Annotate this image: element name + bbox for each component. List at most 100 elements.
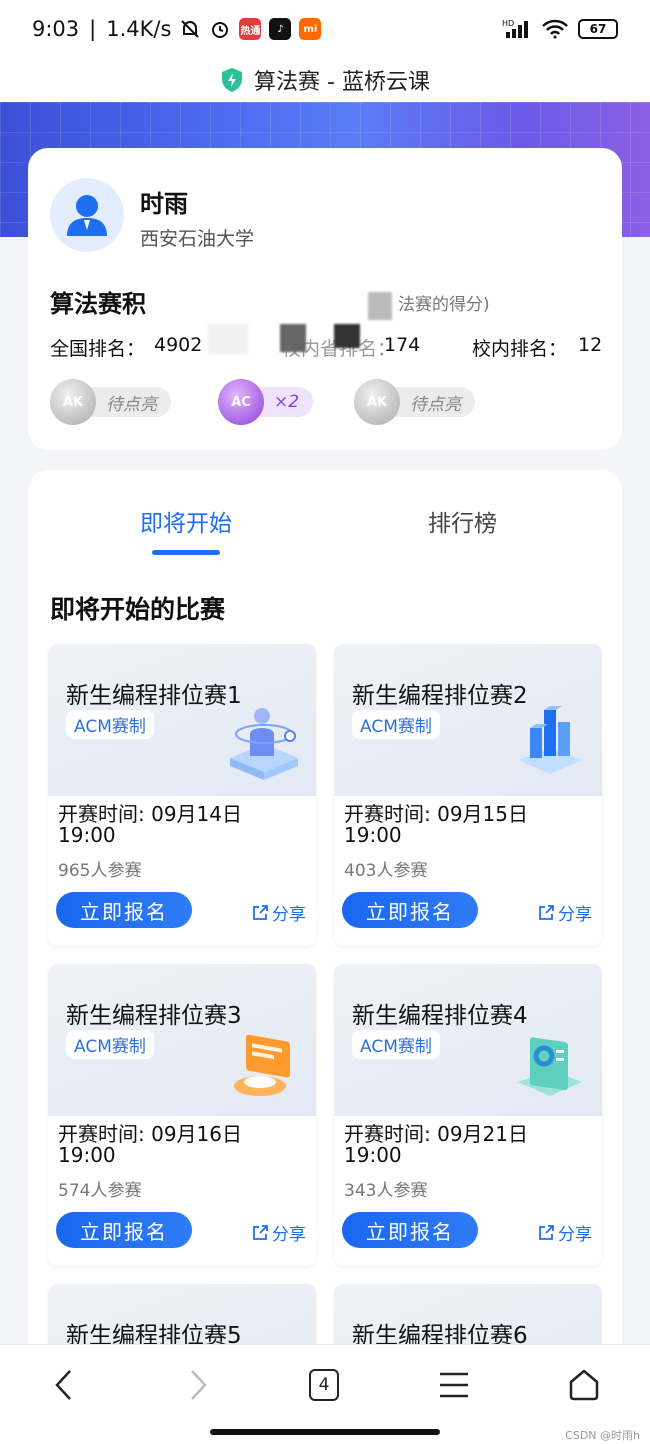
alarm-icon bbox=[212, 22, 229, 38]
nav-forward[interactable] bbox=[176, 1363, 220, 1407]
redacted-block bbox=[368, 292, 392, 320]
user-name: 时雨 bbox=[140, 190, 188, 218]
signup-button[interactable]: 立即报名 bbox=[342, 1212, 478, 1248]
status-right: HD 67 bbox=[502, 18, 618, 40]
redacted-block bbox=[280, 324, 306, 352]
nav-back[interactable] bbox=[42, 1363, 86, 1407]
mute-bell-icon bbox=[181, 20, 200, 38]
tabs-count-icon: 4 bbox=[309, 1369, 339, 1401]
share-link[interactable]: 分享 bbox=[251, 1220, 306, 1245]
contest-clock: 19:00 bbox=[58, 823, 116, 847]
tiktok-icon: ♪ bbox=[269, 18, 292, 40]
redacted-block bbox=[334, 324, 360, 348]
bottom-nav: 4 CSDN @时雨h bbox=[0, 1344, 650, 1444]
share-label: 分享 bbox=[272, 905, 306, 925]
signup-button[interactable]: 立即报名 bbox=[56, 1212, 192, 1248]
share-label: 分享 bbox=[558, 905, 592, 925]
school-rank-label: 校内排名： bbox=[472, 338, 568, 360]
status-left: 9:03 | 1.4K/s 热通 ♪ mi bbox=[32, 17, 322, 41]
status-time: 9:03 bbox=[32, 17, 80, 41]
contest-panel: 即将开始 排行榜 即将开始的比赛 新生编程排位赛1 ACM赛制 开赛时间: 09… bbox=[28, 470, 622, 1370]
tab-upcoming[interactable]: 即将开始 bbox=[140, 504, 232, 538]
contest-name: 新生编程排位赛2 bbox=[352, 683, 528, 709]
avatar[interactable] bbox=[50, 178, 124, 252]
pie-report-icon bbox=[518, 1037, 582, 1096]
contest-clock: 19:00 bbox=[58, 1143, 116, 1167]
nav-tabs[interactable]: 4 bbox=[302, 1363, 346, 1407]
person-icon bbox=[230, 708, 298, 780]
contest-name: 新生编程排位赛4 bbox=[352, 1003, 528, 1029]
contest-time: 开赛时间: 09月14日 19:00 bbox=[58, 804, 242, 846]
share-label: 分享 bbox=[272, 1225, 306, 1245]
badge-ak: AK 待点亮 bbox=[50, 379, 171, 425]
menu-icon bbox=[440, 1372, 468, 1398]
status-bar: 9:03 | 1.4K/s 热通 ♪ mi HD 67 bbox=[0, 0, 650, 58]
signup-button[interactable]: 立即报名 bbox=[342, 892, 478, 928]
contest-card[interactable]: 新生编程排位赛2 ACM赛制 开赛时间: 09月15日 19:00 403人参赛 … bbox=[334, 644, 602, 946]
contest-name: 新生编程排位赛3 bbox=[66, 1003, 242, 1029]
contest-card-header: 新生编程排位赛1 ACM赛制 bbox=[48, 644, 316, 796]
tabs-count: 4 bbox=[318, 1375, 330, 1395]
badges: AK 待点亮 AC ×2 AK 待点亮 bbox=[50, 379, 610, 428]
chevron-left-icon bbox=[55, 1370, 71, 1400]
contest-time: 开赛时间: 09月21日 19:00 bbox=[344, 1124, 528, 1166]
signal-icon: HD bbox=[502, 19, 528, 38]
wifi-icon bbox=[542, 19, 568, 39]
home-icon bbox=[569, 1369, 599, 1401]
contest-clock: 19:00 bbox=[344, 1143, 402, 1167]
network-speed: 1.4K/s bbox=[106, 17, 172, 41]
contest-card[interactable]: 新生编程排位赛1 ACM赛制 开赛时间: 09月14日 19:00 965人参赛 … bbox=[48, 644, 316, 946]
chart-blocks-icon bbox=[518, 706, 582, 774]
national-rank-value: 4902 bbox=[154, 334, 203, 356]
badge-ac: AC ×2 bbox=[218, 379, 314, 425]
section-title: 即将开始的比赛 bbox=[50, 595, 226, 624]
contest-time: 开赛时间: 09月16日 19:00 bbox=[58, 1124, 242, 1166]
page-title: 算法赛 - 蓝桥云课 bbox=[254, 70, 430, 95]
contest-card-header: 新生编程排位赛3 ACM赛制 bbox=[48, 964, 316, 1116]
participant-count: 403人参赛 bbox=[344, 861, 428, 881]
contest-format-tag: ACM赛制 bbox=[352, 710, 440, 739]
contest-card[interactable]: 新生编程排位赛4 ACM赛制 开赛时间: 09月21日 19:00 343人参赛 … bbox=[334, 964, 602, 1266]
share-link[interactable]: 分享 bbox=[537, 1220, 592, 1245]
contest-format-tag: ACM赛制 bbox=[66, 1030, 154, 1059]
share-link[interactable]: 分享 bbox=[251, 900, 306, 925]
participant-count: 574人参赛 bbox=[58, 1181, 142, 1201]
contest-date: 开赛时间: 09月15日 bbox=[344, 802, 528, 826]
score-note: 法赛的得分) bbox=[398, 295, 490, 315]
contest-name: 新生编程排位赛1 bbox=[66, 683, 242, 709]
national-rank-label: 全国排名： bbox=[50, 338, 146, 360]
watermark: CSDN @时雨h bbox=[565, 1429, 640, 1442]
tab-ranking[interactable]: 排行榜 bbox=[428, 504, 497, 538]
participant-count: 965人参赛 bbox=[58, 861, 142, 881]
document-icon bbox=[234, 1034, 290, 1096]
share-label: 分享 bbox=[558, 1225, 592, 1245]
share-link[interactable]: 分享 bbox=[537, 900, 592, 925]
nav-home[interactable] bbox=[562, 1363, 606, 1407]
user-school: 西安石油大学 bbox=[140, 228, 255, 250]
contest-format-tag: ACM赛制 bbox=[352, 1030, 440, 1059]
battery-icon: 67 bbox=[578, 19, 618, 39]
home-indicator[interactable] bbox=[210, 1429, 440, 1435]
share-icon bbox=[539, 904, 554, 920]
contest-card-header: 新生编程排位赛2 ACM赛制 bbox=[334, 644, 602, 796]
svg-text:HD: HD bbox=[502, 19, 514, 28]
shield-bolt-icon bbox=[222, 68, 243, 92]
contest-date: 开赛时间: 09月14日 bbox=[58, 802, 242, 826]
chevron-right-icon bbox=[191, 1370, 207, 1400]
share-icon bbox=[253, 1224, 268, 1240]
contest-date: 开赛时间: 09月16日 bbox=[58, 1122, 242, 1146]
badge-ak-2: AK 待点亮 bbox=[354, 379, 475, 425]
score-title: 算法赛积 bbox=[50, 290, 146, 318]
contest-card[interactable]: 新生编程排位赛3 ACM赛制 开赛时间: 09月16日 19:00 574人参赛 … bbox=[48, 964, 316, 1266]
province-rank-value: 174 bbox=[384, 334, 421, 356]
redacted-block bbox=[208, 324, 248, 354]
user-icon bbox=[67, 195, 107, 236]
mi-icon: mi bbox=[299, 18, 322, 40]
ak-medal-icon: AK bbox=[50, 379, 96, 425]
ak-medal-icon: AK bbox=[354, 379, 400, 425]
signup-button[interactable]: 立即报名 bbox=[56, 892, 192, 928]
nav-menu[interactable] bbox=[432, 1363, 476, 1407]
share-icon bbox=[253, 904, 268, 920]
participant-count: 343人参赛 bbox=[344, 1181, 428, 1201]
contest-format-tag: ACM赛制 bbox=[66, 710, 154, 739]
